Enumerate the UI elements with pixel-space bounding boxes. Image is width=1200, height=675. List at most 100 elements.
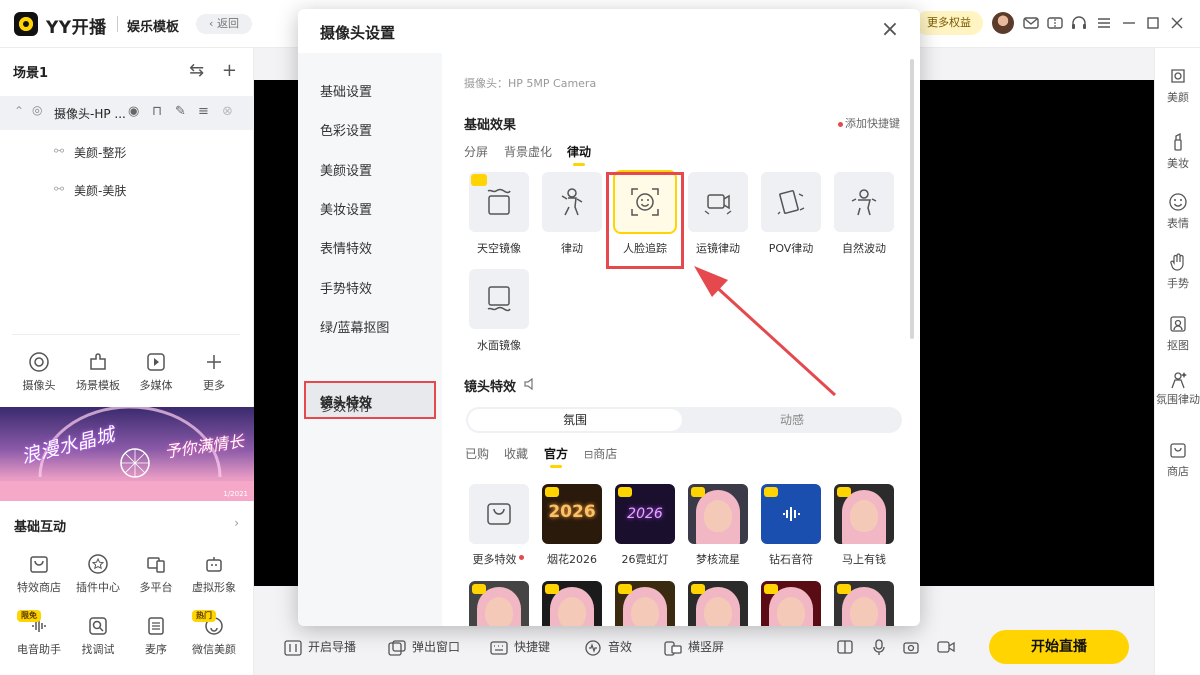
right-gesture[interactable]: 手势 xyxy=(1155,252,1200,291)
multi-platform-tool[interactable]: 多平台 xyxy=(126,553,186,595)
sound-effect-button[interactable]: 音效 xyxy=(584,638,632,656)
effect-rhythm[interactable]: 律动 xyxy=(541,172,603,256)
plugin-center-tool[interactable]: 插件中心 xyxy=(68,553,128,595)
ticket-icon[interactable] xyxy=(1046,14,1064,32)
layout-icon[interactable] xyxy=(836,638,854,656)
tab-purchased[interactable]: 已购 xyxy=(465,445,489,462)
lens-item[interactable] xyxy=(542,581,602,626)
right-label: 商店 xyxy=(1167,465,1189,478)
minimize-icon[interactable] xyxy=(1120,14,1138,32)
lock-icon[interactable]: ⊓ xyxy=(152,104,162,119)
maximize-icon[interactable] xyxy=(1144,14,1162,32)
effect-pov-rhythm[interactable]: POV律动 xyxy=(760,172,822,256)
scene-template-tool[interactable]: 场景模板 xyxy=(68,351,128,393)
segment-dynamic[interactable]: 动感 xyxy=(684,409,900,431)
wechat-beauty-tool[interactable]: 热门 微信美颜 xyxy=(184,610,244,657)
scene-settings-icon[interactable]: ⇆ xyxy=(189,60,204,81)
lens-dream-meteor[interactable] xyxy=(688,484,748,544)
close-icon[interactable] xyxy=(1168,14,1186,32)
basic-interaction-title: 基础互动 xyxy=(14,520,67,535)
sub-item[interactable]: 美颜-整形 xyxy=(74,144,126,161)
visibility-icon[interactable]: ◉ xyxy=(128,104,139,119)
lens-item[interactable] xyxy=(688,581,748,626)
edit-icon[interactable]: ✎ xyxy=(175,104,186,119)
nav-gesture-effects[interactable]: 手势特效 xyxy=(320,278,372,297)
add-shortcut-link[interactable]: 添加快捷键 xyxy=(838,115,900,131)
tab-rhythm[interactable]: 律动 xyxy=(567,143,591,166)
lens-item[interactable] xyxy=(834,581,894,626)
right-atmosphere[interactable]: 氛围律动 xyxy=(1155,370,1200,406)
lens-more-effects[interactable] xyxy=(469,484,529,544)
nav-expression-effects[interactable]: 表情特效 xyxy=(320,238,372,257)
lens-item[interactable] xyxy=(761,581,821,626)
tab-background-blur[interactable]: 背景虚化 xyxy=(504,143,552,160)
right-makeup[interactable]: 美妆 xyxy=(1155,132,1200,171)
effect-camera-motion[interactable]: 运镜律动 xyxy=(687,172,749,256)
collapse-icon[interactable]: ⌃ xyxy=(14,104,24,118)
virtual-avatar-tool[interactable]: 虚拟形象 xyxy=(184,553,244,595)
mail-icon[interactable] xyxy=(1022,14,1040,32)
nav-basic-settings[interactable]: 基础设置 xyxy=(320,81,372,100)
music-assistant-tool[interactable]: 限免 电音助手 xyxy=(9,610,69,657)
tab-split-screen[interactable]: 分屏 xyxy=(464,143,488,160)
rotate-screen-icon xyxy=(664,640,682,656)
mic-order-tool[interactable]: 麦序 xyxy=(126,615,186,657)
segment-atmosphere[interactable]: 氛围 xyxy=(468,409,682,431)
media-tool[interactable]: 多媒体 xyxy=(126,351,186,393)
more-tool[interactable]: 更多 xyxy=(184,351,244,393)
director-button[interactable]: 开启导播 xyxy=(284,638,356,656)
back-button[interactable]: ‹ 返回 xyxy=(196,14,252,34)
add-scene-icon[interactable]: + xyxy=(222,60,237,81)
menu-icon[interactable] xyxy=(1095,14,1113,32)
right-store[interactable]: 商店 xyxy=(1155,440,1200,479)
microphone-icon[interactable] xyxy=(870,638,888,656)
vip-crown-icon xyxy=(472,584,486,594)
dialog-scrollbar[interactable] xyxy=(910,59,914,339)
nav-save-params[interactable]: 参数保存 xyxy=(320,396,372,415)
lens-item-name: 26霓虹灯 xyxy=(621,553,669,566)
avatar[interactable] xyxy=(992,12,1014,34)
lens-fortune[interactable] xyxy=(834,484,894,544)
chevron-right-icon[interactable]: › xyxy=(234,516,239,530)
right-toolbar: 美颜 美妆 表情 手势 抠图 氛围律动 商店 xyxy=(1154,48,1200,675)
nav-beauty-settings[interactable]: 美颜设置 xyxy=(320,160,372,179)
effect-natural-wave[interactable]: 自然波动 xyxy=(833,172,895,256)
promo-banner[interactable]: 浪漫水晶城 予你满情长 1/2021 xyxy=(0,407,254,501)
popup-window-button[interactable]: 弹出窗口 xyxy=(388,638,460,656)
effect-store-tool[interactable]: 特效商店 xyxy=(9,553,69,595)
lens-firework[interactable]: 2026 xyxy=(542,484,602,544)
sub-item[interactable]: 美颜-美肤 xyxy=(74,182,126,199)
right-beauty[interactable]: 美颜 xyxy=(1155,66,1200,105)
lens-item[interactable] xyxy=(615,581,675,626)
debug-tool[interactable]: 找调试 xyxy=(68,615,128,657)
robot-icon xyxy=(206,557,222,572)
list-icon[interactable]: ≡ xyxy=(198,104,209,119)
speaker-icon[interactable] xyxy=(523,377,537,391)
right-label: 表情 xyxy=(1167,217,1189,230)
tab-official[interactable]: 官方 xyxy=(544,445,568,468)
lens-neon[interactable]: 2026 xyxy=(615,484,675,544)
effect-water-mirror[interactable]: 水面镜像 xyxy=(468,269,530,353)
right-cutout[interactable]: 抠图 xyxy=(1155,314,1200,353)
tab-store[interactable]: ⊟商店 xyxy=(584,445,617,462)
start-live-button[interactable]: 开始直播 xyxy=(989,630,1129,664)
nav-color-settings[interactable]: 色彩设置 xyxy=(320,120,372,139)
video-camera-icon[interactable] xyxy=(936,638,956,656)
effect-sky-mirror[interactable]: 天空镜像 xyxy=(468,172,530,256)
dialog-close-icon[interactable]: × xyxy=(880,19,900,41)
camera-source-row[interactable]: ⌃ ◎ 摄像头-HP ... ◉ ⊓ ✎ ≡ ⊗ xyxy=(0,96,254,130)
right-expression[interactable]: 表情 xyxy=(1155,192,1200,231)
tool-label: 插件中心 xyxy=(76,581,120,594)
remove-icon[interactable]: ⊗ xyxy=(222,104,233,119)
shortcut-button[interactable]: 快捷键 xyxy=(490,638,550,656)
nav-makeup-settings[interactable]: 美妆设置 xyxy=(320,199,372,218)
camera-tool[interactable]: 摄像头 xyxy=(9,351,69,393)
nav-chroma-key[interactable]: 绿/蓝幕抠图 xyxy=(320,317,389,336)
tab-favorites[interactable]: 收藏 xyxy=(504,445,528,462)
headset-icon[interactable] xyxy=(1070,14,1088,32)
promo-button[interactable]: 更多权益 xyxy=(915,11,983,35)
lens-item[interactable] xyxy=(469,581,529,626)
camera-snapshot-icon[interactable] xyxy=(902,638,920,656)
lens-diamond-note[interactable] xyxy=(761,484,821,544)
orientation-button[interactable]: 横竖屏 xyxy=(664,638,724,656)
